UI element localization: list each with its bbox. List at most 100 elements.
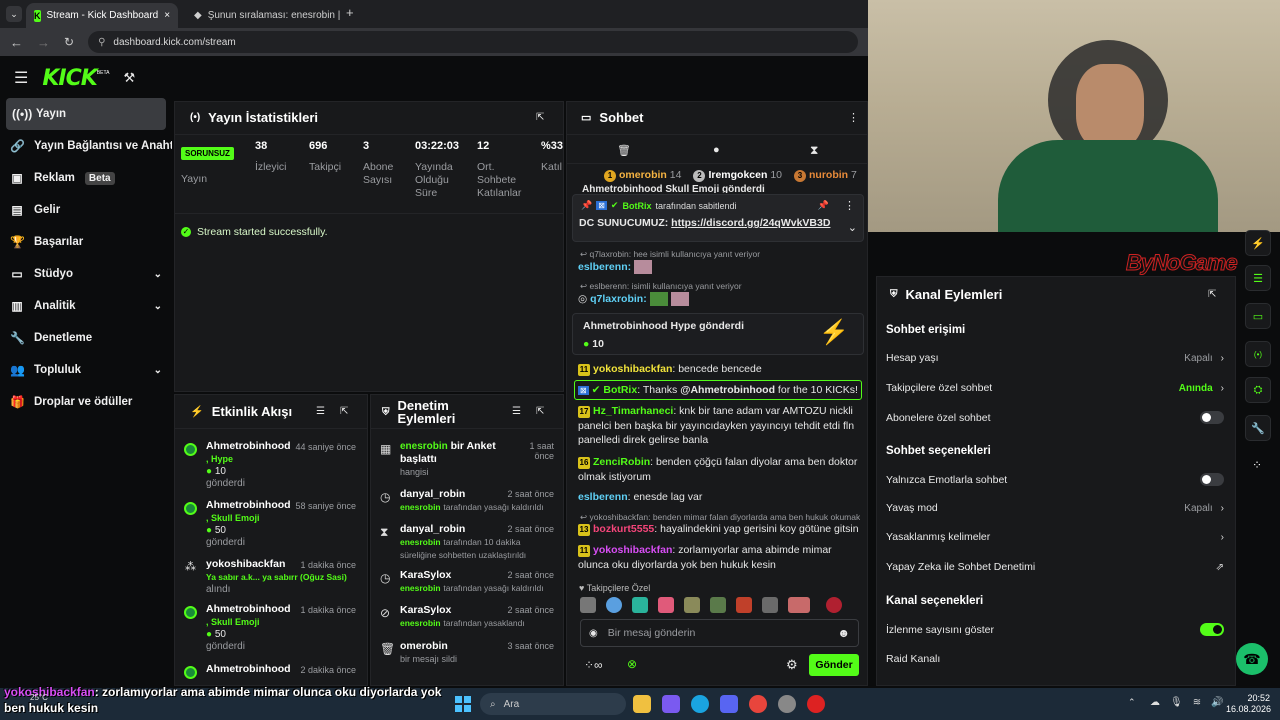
- discord-icon[interactable]: [720, 695, 738, 713]
- ai-moderation-setting[interactable]: Yapay Zeka ile Sohbet Denetimi ⇗: [886, 561, 1224, 573]
- activity-user[interactable]: Ahmetrobinhood: [206, 440, 291, 452]
- emote-icon[interactable]: [632, 597, 648, 613]
- chat-username[interactable]: ZenciRobin: [593, 456, 650, 468]
- weather-widget[interactable]: 25°C: [30, 693, 48, 702]
- file-explorer-icon[interactable]: [633, 695, 651, 713]
- trash-icon[interactable]: 🗑: [617, 144, 631, 157]
- sidebar-item-analytics[interactable]: ▥ Analitik ⌄: [0, 290, 172, 322]
- hourglass-icon[interactable]: ⧗: [810, 143, 818, 158]
- popout-icon[interactable]: ⇱: [536, 406, 544, 417]
- activity-user[interactable]: Ahmetrobinhood: [206, 499, 291, 511]
- close-icon[interactable]: ×: [164, 10, 170, 21]
- reload-icon[interactable]: ↻: [64, 35, 74, 49]
- speech-bubble-icon[interactable]: ●: [713, 144, 720, 156]
- taskbar-search[interactable]: ⌕ Ara: [480, 693, 626, 715]
- kick-coin-icon[interactable]: ⊗: [627, 657, 637, 671]
- chrome-icon[interactable]: [749, 695, 767, 713]
- sidebar-item-studio[interactable]: ▭ Stüdyo ⌄: [0, 258, 172, 290]
- tools-icon[interactable]: ⚒: [123, 70, 135, 86]
- menu-icon[interactable]: ☰: [14, 68, 28, 88]
- chat-username[interactable]: q7laxrobin:: [590, 293, 647, 305]
- support-button[interactable]: ☎: [1236, 643, 1268, 675]
- send-button[interactable]: Gönder: [809, 654, 859, 676]
- sidebar-item-community[interactable]: 👥 Topluluk ⌄: [0, 354, 172, 386]
- top-gifter[interactable]: 3 nurobin 7: [794, 169, 857, 182]
- url-field[interactable]: ⚲ dashboard.kick.com/stream: [88, 31, 858, 53]
- emote-icon[interactable]: [710, 597, 726, 613]
- kick-logo[interactable]: KICK BETA: [42, 66, 109, 91]
- chat-username[interactable]: bozkurt5555: [593, 523, 654, 535]
- chat-username[interactable]: eslberenn:: [578, 261, 631, 273]
- sidebar-item-revenue[interactable]: ▤ Gelir: [0, 194, 172, 226]
- filter-icon[interactable]: ☰: [512, 406, 521, 417]
- top-gifter[interactable]: 1 omerobin 14: [604, 169, 681, 182]
- tab-ranking[interactable]: ◆ Şunun sıralaması: enesrobin | Ya... ×: [186, 3, 340, 28]
- chat-username[interactable]: eslberenn: [578, 491, 628, 503]
- banned-words-setting[interactable]: Yasaklanmış kelimeler ›: [886, 531, 1224, 543]
- sidebar-item-achievements[interactable]: 🏆 Başarılar: [0, 226, 172, 258]
- mod-user[interactable]: KaraSylox: [400, 569, 451, 581]
- chevron-down-icon[interactable]: ⌄: [848, 221, 857, 234]
- new-tab-button[interactable]: +: [346, 5, 354, 20]
- forward-icon[interactable]: →: [37, 35, 50, 50]
- opera-icon[interactable]: [807, 695, 825, 713]
- emoji-icon[interactable]: ☻: [837, 626, 850, 640]
- clock[interactable]: 20:52 16.08.2026: [1226, 693, 1271, 715]
- more-options-icon[interactable]: ⋮: [844, 199, 855, 212]
- reply-mode-icon[interactable]: ◉: [589, 628, 598, 639]
- tab-kick-dashboard[interactable]: K Stream - Kick Dashboard ×: [26, 3, 178, 28]
- quick-action-mod[interactable]: ⛭: [1245, 377, 1271, 403]
- start-icon[interactable]: [455, 696, 471, 712]
- emote-icon[interactable]: [606, 597, 622, 613]
- emote-icon[interactable]: [684, 597, 700, 613]
- more-options-icon[interactable]: ⋮: [848, 111, 859, 124]
- sidebar-item-drops[interactable]: 🎁 Droplar ve ödüller: [0, 386, 172, 418]
- sidebar-item-moderation[interactable]: 🔧 Denetleme: [0, 322, 172, 354]
- emote-icon[interactable]: [788, 597, 810, 613]
- infinity-icon[interactable]: ⁘∞: [584, 658, 603, 672]
- steam-icon[interactable]: [778, 695, 796, 713]
- chat-username[interactable]: yokoshibackfan: [593, 544, 672, 556]
- show-viewers-toggle[interactable]: [1200, 623, 1224, 636]
- quick-action-tools[interactable]: 🔧: [1245, 415, 1271, 441]
- activity-user[interactable]: Ahmetrobinhood: [206, 603, 291, 615]
- mod-user[interactable]: danyal_robin: [400, 488, 465, 500]
- sidebar-item-broadcast[interactable]: ((•)) Yayın: [6, 98, 166, 130]
- raid-channel-setting[interactable]: Raid Kanalı: [886, 653, 1224, 665]
- edge-icon[interactable]: [691, 695, 709, 713]
- quick-action-list[interactable]: ☰: [1245, 265, 1271, 291]
- popout-icon[interactable]: ⇱: [536, 112, 544, 123]
- sidebar-item-ads[interactable]: ▣ Reklam Beta: [0, 162, 172, 194]
- emote-only-toggle[interactable]: [1200, 473, 1224, 486]
- quick-action-stream[interactable]: (•): [1245, 341, 1271, 367]
- emote-icon[interactable]: [736, 597, 752, 613]
- site-info-icon[interactable]: ⚲: [98, 37, 105, 48]
- chat-username[interactable]: yokoshibackfan: [593, 363, 672, 375]
- popout-icon[interactable]: ⇱: [1208, 289, 1216, 300]
- mod-user[interactable]: omerobin: [400, 640, 448, 652]
- chat-username[interactable]: BotRix: [603, 384, 637, 396]
- activity-user[interactable]: yokoshibackfan: [206, 558, 285, 570]
- chat-input[interactable]: ◉ Bir mesaj gönderin ☻: [580, 619, 859, 647]
- chat-username[interactable]: Hz_Timarhaneci: [593, 405, 673, 417]
- tray-chevron-icon[interactable]: ⌃: [1128, 697, 1136, 708]
- system-tray[interactable]: ☁ 🎙 ≋ 🔊: [1150, 697, 1224, 708]
- emote-icon[interactable]: [580, 597, 596, 613]
- mod-user[interactable]: enesrobin: [400, 441, 448, 452]
- emote-icon[interactable]: [826, 597, 842, 613]
- emote-icon[interactable]: [762, 597, 778, 613]
- followers-chat-setting[interactable]: Takipçilere özel sohbet Anında ›: [886, 382, 1224, 394]
- subs-chat-toggle[interactable]: [1200, 411, 1224, 424]
- activity-user[interactable]: Ahmetrobinhood: [206, 663, 291, 675]
- pinned-link[interactable]: https://discord.gg/24qWvkVB3D: [671, 217, 830, 229]
- more-apps-icon[interactable]: ⁘: [1252, 458, 1262, 472]
- quick-action-chat[interactable]: ▭: [1245, 303, 1271, 329]
- back-icon[interactable]: ←: [10, 35, 23, 50]
- mod-user[interactable]: danyal_robin: [400, 523, 465, 535]
- sidebar-item-connection[interactable]: 🔗 Yayın Bağlantısı ve Anahtar: [0, 130, 172, 162]
- unpin-icon[interactable]: 📌: [818, 200, 829, 211]
- filter-icon[interactable]: ☰: [316, 406, 325, 417]
- top-gifter[interactable]: 2 Iremgokcen 10: [693, 169, 782, 182]
- quick-action-bolt[interactable]: ⚡: [1245, 230, 1271, 256]
- office-icon[interactable]: [662, 695, 680, 713]
